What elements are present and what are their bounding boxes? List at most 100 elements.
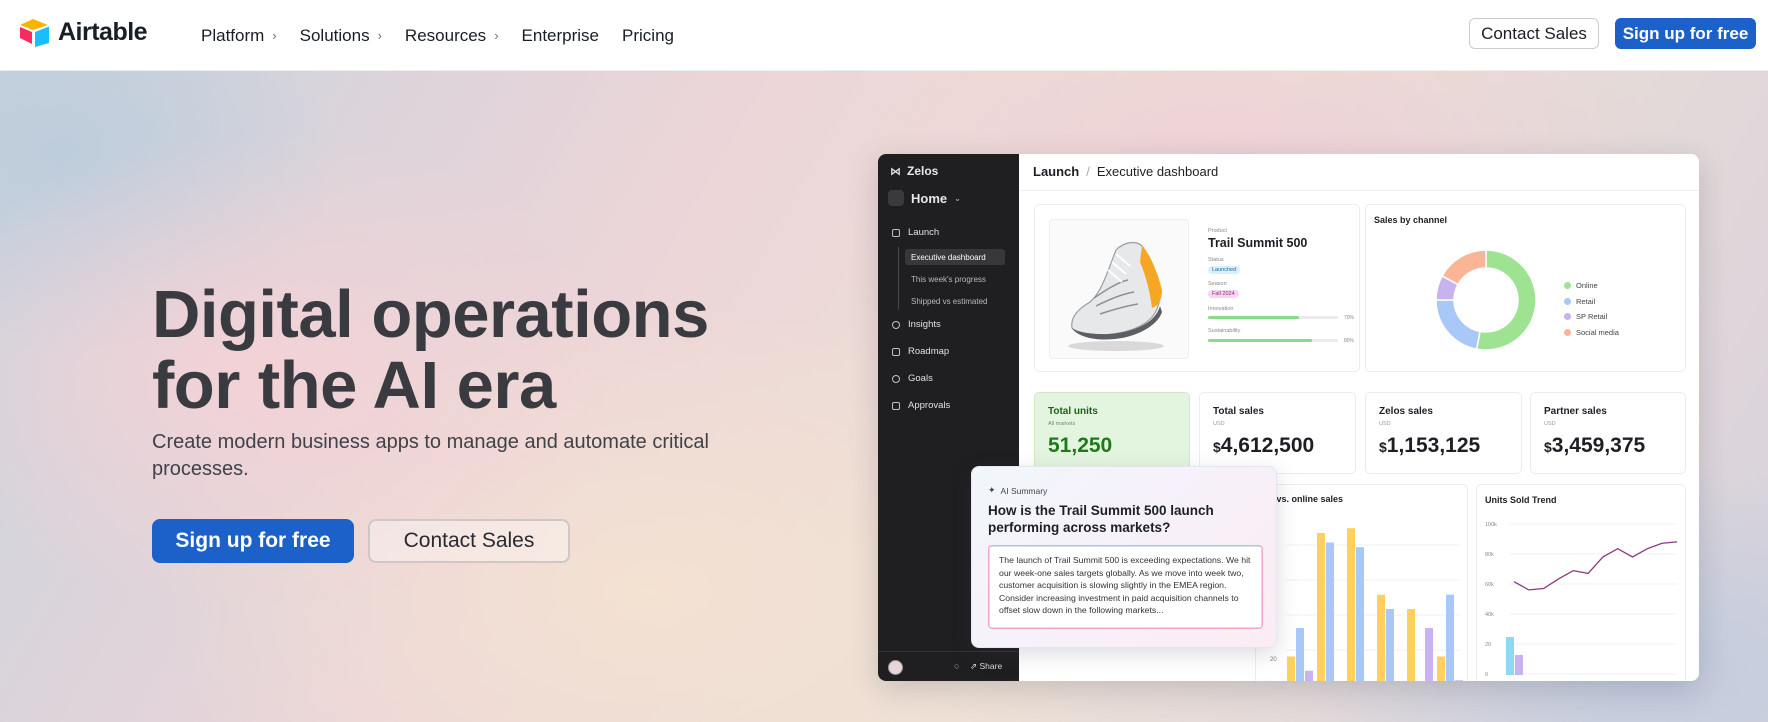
legend-swatch [1564,313,1571,321]
sidebar-item-label: Launch [908,227,940,238]
legend-swatch [1564,328,1571,336]
y-tick-label: 20 [1485,642,1491,648]
donut-chart [1435,249,1537,351]
breadcrumb-page: Executive dashboard [1096,164,1219,179]
map-icon [892,347,900,356]
y-tick-label: 0 [1485,672,1488,678]
brand-name: Airtable [58,17,148,46]
innovation-bar-fill [1208,316,1299,319]
sidebar-item-label: Insights [908,319,941,330]
bar [1347,528,1355,681]
metric-value: 4,612,500 [1220,434,1315,457]
sidebar-item-approvals[interactable]: Approvals [892,400,950,411]
metric-value-row: $1,153,125 [1379,434,1480,458]
metric-title: Total sales [1213,406,1264,417]
currency-symbol: $ [1544,439,1552,455]
y-tick-label: 20 [1270,657,1277,663]
donut-slice-social-media [1441,249,1487,286]
bar [1305,670,1313,681]
home-label: Home [911,190,948,206]
bar [1455,680,1463,681]
sidebar-footer: ○ ⇗ Share [878,651,1019,681]
donut-slice-retail [1435,299,1481,350]
hero-signup-button[interactable]: Sign up for free [152,519,354,563]
hero-contact-sales-button[interactable]: Contact Sales [368,519,570,563]
bar [1317,533,1325,681]
bell-icon[interactable]: ○ [954,661,959,671]
status-label: Status [1208,257,1224,263]
metric-value: 1,153,125 [1386,434,1481,457]
nav-pricing[interactable]: Pricing [622,26,674,46]
legend-swatch [1564,297,1571,305]
metric-unit: USD [1379,421,1391,427]
nav-links: Platform › Solutions › Resources › Enterpri… [201,0,674,71]
sidebar-item-insights[interactable]: Insights [892,319,941,330]
retail-vs-online-card: ail vs. online sales 20 0 [1255,484,1468,681]
sidebar-item-launch[interactable]: Launch [892,227,939,238]
bar [1377,594,1385,681]
ai-answer[interactable]: The launch of Trail Summit 500 is exceed… [988,545,1263,629]
home-switcher[interactable]: Home ⌄ [888,190,961,206]
share-button[interactable]: ⇗ Share [970,661,1002,672]
legend-item: SP Retail [1564,309,1619,325]
metric-total-sales: Total sales USD $4,612,500 [1199,392,1356,474]
metric-total-units: Total units All markets 51,250 [1034,392,1190,474]
status-badge: Launched [1208,266,1241,274]
ai-summary-tag: ✦ AI Summary [988,485,1047,496]
sales-by-channel-card: Sales by channel Online Retail SP Retail… [1365,204,1686,372]
y-tick-label: 40k [1485,612,1494,618]
bar [1515,655,1523,675]
product-image [1049,219,1189,359]
workspace-name[interactable]: ⋈ Zelos [890,164,938,178]
hero-subtitle: Create modern business apps to manage an… [152,431,709,480]
y-tick-label: 80k [1485,552,1494,558]
sales-by-channel-title: Sales by channel [1374,215,1448,225]
sparkle-icon: ✦ [988,485,996,495]
metric-title: Partner sales [1544,406,1607,417]
sidebar-sub-executive-dashboard[interactable]: Executive dashboard [905,249,1005,265]
bar [1425,628,1433,681]
avatar[interactable] [888,660,903,675]
currency-symbol: $ [1379,439,1387,455]
sidebar-tree-line [898,247,899,309]
bar [1287,656,1295,681]
chevron-right-icon: › [272,28,277,43]
sidebar-item-goals[interactable]: Goals [892,373,933,384]
season-badge: Fall 2024 [1208,290,1239,298]
metric-value: 51,250 [1048,434,1113,457]
nav-solutions[interactable]: Solutions › [300,26,382,46]
chevron-right-icon: › [494,28,499,43]
sidebar-item-roadmap[interactable]: Roadmap [892,346,949,357]
bar [1446,594,1454,681]
metric-unit: USD [1213,421,1225,427]
bar [1296,628,1304,681]
metric-zelos-sales: Zelos sales USD $1,153,125 [1365,392,1522,474]
sneaker-icon [1068,241,1164,351]
currency-symbol: $ [1213,439,1221,455]
units-sold-trend-card: Units Sold Trend 100k 80k 60k 40k 20 0 [1476,484,1686,681]
units-sold-trend-chart: 100k 80k 60k 40k 20 0 [1485,522,1678,678]
airtable-logo[interactable]: Airtable [18,17,148,47]
nav-enterprise[interactable]: Enterprise [522,26,599,46]
nav-platform[interactable]: Platform › [201,26,277,46]
breadcrumb-section[interactable]: Launch [1033,164,1079,179]
folder-icon [892,228,900,237]
zelos-logo-icon: ⋈ [890,165,901,178]
sidebar-sub-weeks-progress[interactable]: This week's progress [905,271,1005,287]
metric-value: 3,459,375 [1551,434,1646,457]
bar [1356,547,1364,681]
sustainability-pct: 80% [1344,338,1355,344]
nav-platform-label: Platform [201,25,265,45]
nav-resources[interactable]: Resources › [405,26,499,46]
lightbulb-icon [892,320,900,329]
nav-enterprise-label: Enterprise [521,25,600,45]
product-label: Product [1208,228,1227,234]
legend-item: Social media [1564,325,1619,341]
contact-sales-button[interactable]: Contact Sales [1469,18,1599,49]
sidebar-item-label: Approvals [908,400,951,411]
bar [1407,609,1415,681]
bar [1506,637,1514,675]
signup-button[interactable]: Sign up for free [1615,18,1756,49]
sidebar-sub-shipped-vs-estimated[interactable]: Shipped vs estimated [905,293,1005,309]
season-label: Season [1208,281,1227,287]
